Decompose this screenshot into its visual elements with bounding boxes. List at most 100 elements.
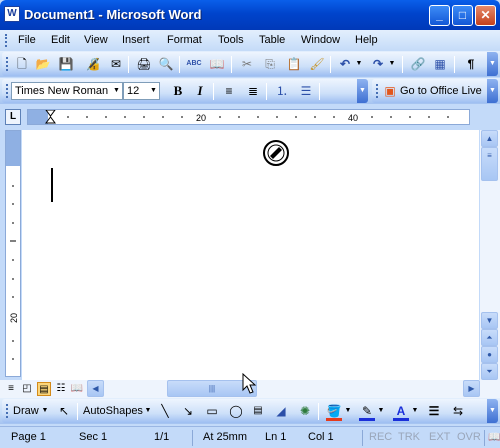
chevron-down-icon[interactable]: ▼	[111, 83, 122, 99]
vertical-scroll-thumb[interactable]: ≡	[481, 147, 498, 181]
autoshapes-dropdown-icon[interactable]: ▼	[144, 403, 152, 419]
fill-color-icon[interactable]: 🪣	[326, 403, 342, 419]
menu-insert[interactable]: Insert	[122, 34, 150, 46]
menu-table[interactable]: Table	[259, 34, 285, 46]
hyperlink-icon[interactable]: 🔗	[410, 56, 426, 72]
standard-toolbar-grip[interactable]	[6, 57, 9, 71]
toolbar-options-chevron-icon[interactable]: ▼	[357, 79, 368, 103]
menu-window[interactable]: Window	[301, 34, 340, 46]
email-icon[interactable]: ✉	[108, 56, 124, 72]
show-formatting-icon[interactable]: ¶	[463, 56, 479, 72]
menu-grip[interactable]	[5, 34, 8, 47]
office-assistant-icon[interactable]	[261, 138, 291, 168]
paste-icon[interactable]: 📋	[286, 56, 302, 72]
align-center-icon[interactable]: ≡	[221, 83, 237, 99]
menu-edit[interactable]: Edit	[51, 34, 70, 46]
autoshapes-menu-button[interactable]: AutoShapes	[83, 405, 143, 417]
vertical-ruler[interactable]: 20	[5, 130, 21, 377]
document-page[interactable]	[22, 130, 479, 380]
new-icon[interactable]: 🗋	[14, 56, 30, 72]
scroll-right-button[interactable]: ▶	[463, 380, 480, 397]
wordart-icon[interactable]: ◢	[273, 403, 289, 419]
redo-dropdown-icon[interactable]: ▼	[388, 56, 396, 72]
status-ext[interactable]: EXT	[429, 431, 450, 443]
office-live-button[interactable]: Go to Office Live	[400, 85, 482, 97]
copy-icon[interactable]: ⎘	[262, 56, 278, 72]
rectangle-icon[interactable]: ▭	[204, 403, 220, 419]
title-bar[interactable]: W Document1 - Microsoft Word _ □ ✕	[0, 0, 500, 30]
office-live-icon[interactable]: ▣	[382, 83, 398, 99]
italic-button[interactable]: I	[192, 83, 208, 99]
numbering-icon[interactable]: ⒈	[274, 83, 290, 99]
status-ovr[interactable]: OVR	[457, 431, 481, 443]
normal-view-icon[interactable]: ≡	[4, 382, 18, 396]
menu-tools[interactable]: Tools	[218, 34, 244, 46]
font-color-dropdown-icon[interactable]: ▼	[411, 403, 419, 419]
justify-icon[interactable]: ≣	[245, 83, 261, 99]
research-icon[interactable]: 📖	[209, 56, 225, 72]
menu-view[interactable]: View	[84, 34, 108, 46]
bold-button[interactable]: B	[170, 83, 186, 99]
line-color-dropdown-icon[interactable]: ▼	[377, 403, 385, 419]
tables-borders-icon[interactable]: ▦	[432, 56, 448, 72]
maximize-button[interactable]: □	[452, 5, 473, 26]
fill-color-dropdown-icon[interactable]: ▼	[344, 403, 352, 419]
minimize-button[interactable]: _	[429, 5, 450, 26]
scroll-left-button[interactable]: ◀	[87, 380, 104, 397]
status-rec[interactable]: REC	[369, 431, 392, 443]
diagram-icon[interactable]: ✺	[297, 403, 313, 419]
draw-dropdown-icon[interactable]: ▼	[41, 403, 49, 419]
redo-icon[interactable]: ↷	[370, 56, 386, 72]
menu-help[interactable]: Help	[355, 34, 378, 46]
vertical-scrollbar[interactable]: ▲ ≡ ▼ ⏶ ● ⏷	[480, 130, 500, 380]
office-live-toolbar-grip[interactable]	[376, 84, 379, 98]
font-name-combo[interactable]: Times New Roman ▼	[11, 82, 123, 100]
select-objects-icon[interactable]: ↖	[56, 403, 72, 419]
font-size-combo[interactable]: 12 ▼	[123, 82, 160, 100]
format-painter-icon[interactable]: 🖌	[309, 56, 325, 72]
print-preview-icon[interactable]: 🔍	[158, 56, 174, 72]
undo-dropdown-icon[interactable]: ▼	[355, 56, 363, 72]
permission-icon[interactable]: 🔏	[85, 56, 101, 72]
menu-file[interactable]: File	[18, 34, 36, 46]
arrow-style-icon[interactable]: ⇆	[450, 403, 466, 419]
next-page-button[interactable]: ⏷	[481, 363, 498, 380]
oval-icon[interactable]: ◯	[228, 403, 244, 419]
close-button[interactable]: ✕	[475, 5, 496, 26]
save-icon[interactable]: 💾	[58, 56, 74, 72]
toolbar-separator	[128, 56, 129, 73]
previous-page-button[interactable]: ⏶	[481, 329, 498, 346]
cut-icon[interactable]: ✂	[239, 56, 255, 72]
select-browse-object-button[interactable]: ●	[481, 346, 498, 363]
word-app-icon[interactable]: W	[4, 6, 20, 22]
arrow-icon[interactable]: ↘	[180, 403, 196, 419]
bullets-icon[interactable]: ☰	[298, 83, 314, 99]
scroll-up-button[interactable]: ▲	[481, 130, 498, 147]
drawing-toolbar-grip[interactable]	[6, 404, 9, 418]
menu-format[interactable]: Format	[167, 34, 202, 46]
draw-menu-button[interactable]: Draw	[13, 405, 39, 417]
line-icon[interactable]: ╲	[157, 403, 173, 419]
web-layout-icon[interactable]: ◰	[20, 382, 34, 396]
status-trk[interactable]: TRK	[398, 431, 420, 443]
tab-selector[interactable]: L	[5, 109, 21, 125]
font-color-icon[interactable]: A	[393, 403, 409, 419]
text-box-icon[interactable]: ▤	[250, 403, 266, 419]
chevron-down-icon[interactable]: ▼	[148, 83, 159, 99]
toolbar-options-chevron-icon[interactable]: ▼	[487, 79, 498, 103]
spelling-status-icon[interactable]: 📖	[488, 432, 500, 443]
open-icon[interactable]: 📂	[35, 56, 51, 72]
print-icon[interactable]: 🖨	[136, 56, 152, 72]
line-color-icon[interactable]: ✎	[359, 403, 375, 419]
undo-icon[interactable]: ↶	[337, 56, 353, 72]
line-style-icon[interactable]: ☰	[426, 403, 442, 419]
print-layout-icon[interactable]: ▤	[37, 382, 51, 396]
horizontal-ruler[interactable]: 20 40	[27, 109, 470, 125]
toolbar-options-chevron-icon[interactable]: ▼	[487, 399, 498, 423]
outline-view-icon[interactable]: ☷	[54, 382, 68, 396]
toolbar-options-chevron-icon[interactable]: ▼	[487, 52, 498, 76]
spelling-icon[interactable]: ABC	[186, 56, 202, 72]
reading-layout-icon[interactable]: 📖	[70, 382, 84, 396]
formatting-toolbar-grip[interactable]	[6, 84, 9, 98]
scroll-down-button[interactable]: ▼	[481, 312, 498, 329]
